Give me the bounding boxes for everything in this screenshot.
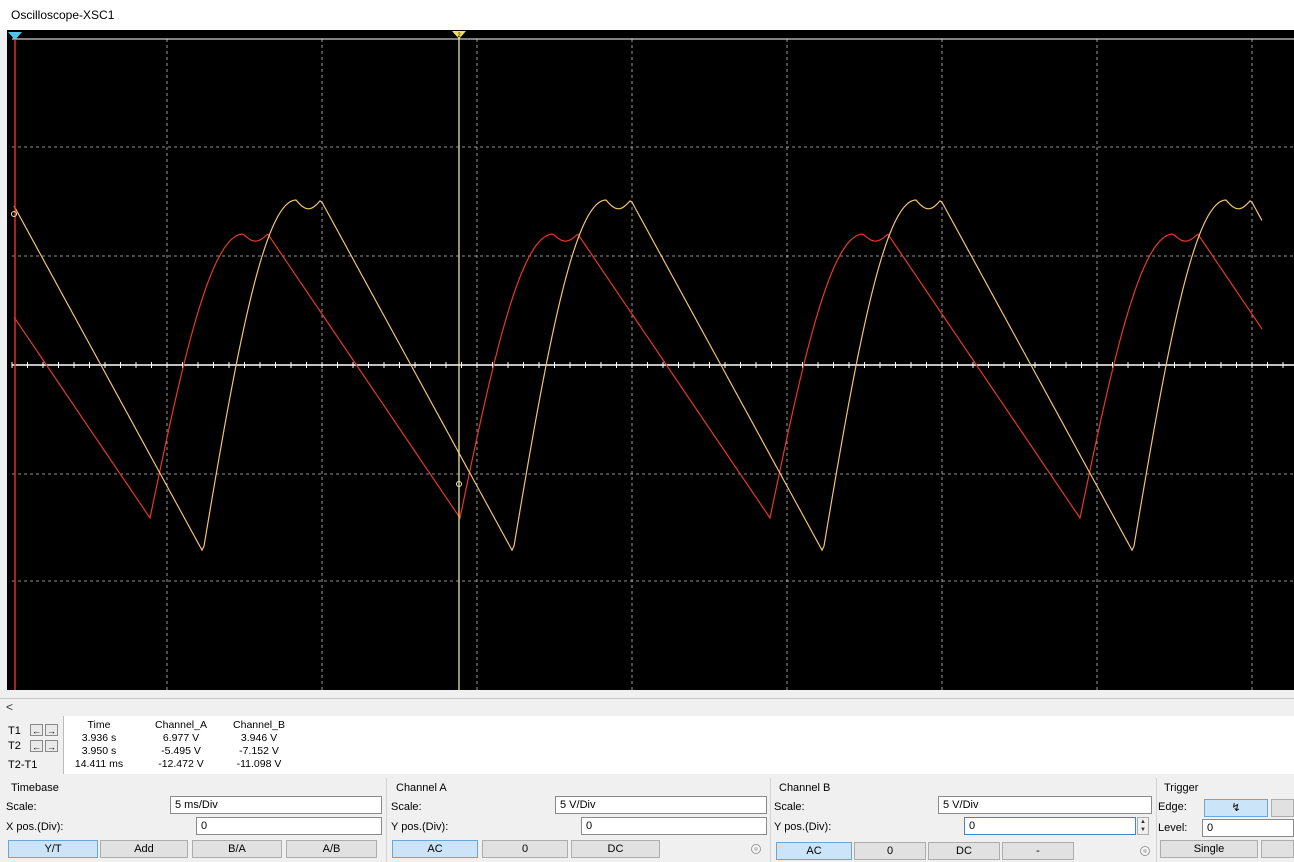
header-channel-b: Channel_B [233,719,285,731]
row-label-t1: T1 [8,725,21,737]
header-channel-a: Channel_A [155,719,207,731]
channel-b-trace [13,199,1263,552]
trigger-level-field[interactable]: 0 [1202,819,1294,837]
timebase-xpos-label: X pos.(Div): [6,821,64,833]
channel-a-trace [13,233,1263,520]
t1-channel-b: 3.946 V [240,732,278,744]
channel-b-title: Channel B [779,782,831,794]
trigger-falling-edge-button[interactable] [1271,799,1294,817]
timebase-xpos-field[interactable]: 0 [196,817,382,835]
delta-channel-a: -12.472 V [158,758,204,770]
channel-b-ac-button[interactable]: AC [776,842,852,860]
t2-channel-b: -7.152 V [239,745,279,757]
measurement-readout: T1 ← → T2 ← → T2-T1 Time Channel_A Chann… [0,716,1294,774]
t2-channel-a: -5.495 V [161,745,201,757]
timebase-title: Timebase [11,782,59,794]
delta-time: 14.411 ms [74,758,124,770]
ba-mode-button[interactable]: B/A [192,840,282,858]
window-title: Oscilloscope-XSC1 [11,8,115,22]
add-mode-button[interactable]: Add [100,840,188,858]
t1-right-arrow-icon[interactable]: → [45,724,58,736]
trigger-edge-label: Edge: [1158,801,1187,813]
channel-b-ypos-field[interactable]: 0 [964,817,1136,835]
channel-a-title: Channel A [396,782,447,794]
channel-a-ypos-field[interactable]: 0 [581,817,767,835]
trigger-level-label: Level: [1158,822,1188,834]
channel-a-zero-button[interactable]: 0 [482,840,568,858]
row-label-t2: T2 [8,740,21,752]
t2-time: 3.950 s [81,745,117,757]
channel-a-panel: Channel A Scale: 5 V/Div Y pos.(Div): 0 … [388,776,768,862]
panel-divider [386,778,387,862]
oscilloscope-screen[interactable]: 2 [7,30,1294,690]
horizontal-scrollbar[interactable]: < [0,698,1294,715]
t2-left-arrow-icon[interactable]: ← [30,740,43,752]
panel-divider [1156,778,1157,862]
title-bar: Oscilloscope-XSC1 [0,0,1294,30]
t1-left-arrow-icon[interactable]: ← [30,724,43,736]
channel-b-panel: Channel B Scale: 5 V/Div Y pos.(Div): 0 … [772,776,1154,862]
channel-b-ypos-label: Y pos.(Div): [774,821,832,833]
channel-b-invert-button[interactable]: - [1002,842,1074,860]
t2-right-arrow-icon[interactable]: → [45,740,58,752]
channel-a-scale-label: Scale: [391,801,422,813]
row-label-t2-t1: T2-T1 [8,759,38,771]
cursor-t1-marker [11,211,17,217]
channel-a-radio[interactable] [751,844,761,854]
ab-mode-button[interactable]: A/B [286,840,377,858]
channel-b-ypos-spinner[interactable]: ▲ ▼ [1137,817,1149,835]
trigger-single-button[interactable]: Single [1160,840,1258,858]
channel-a-ypos-label: Y pos.(Div): [391,821,449,833]
cursor-row-labels: T1 ← → T2 ← → T2-T1 [0,716,62,774]
timebase-panel: Timebase Scale: 5 ms/Div X pos.(Div): 0 … [0,776,385,862]
panel-divider [770,778,771,862]
channel-b-scale-label: Scale: [774,801,805,813]
channel-a-scale-field[interactable]: 5 V/Div [555,796,767,814]
yt-mode-button[interactable]: Y/T [8,840,98,858]
timebase-scale-label: Scale: [6,801,37,813]
header-time: Time [87,719,111,731]
t1-time: 3.936 s [81,732,117,744]
readout-values: Time Channel_A Channel_B 3.936 s 6.977 V… [63,716,1294,774]
channel-b-dc-button[interactable]: DC [928,842,1000,860]
scroll-left-icon[interactable]: < [6,700,13,714]
trigger-title: Trigger [1164,782,1199,794]
center-axis [11,362,1294,368]
waveform-display[interactable]: 2 [7,30,1294,690]
t1-channel-a: 6.977 V [162,732,200,744]
delta-channel-b: -11.098 V [236,758,282,770]
channel-a-dc-button[interactable]: DC [571,840,660,858]
channel-b-radio[interactable] [1140,846,1150,856]
trigger-panel: Trigger Edge: ↯ Level: 0 Single [1158,776,1294,862]
channel-a-ac-button[interactable]: AC [392,840,478,858]
trigger-rising-edge-icon[interactable]: ↯ [1204,799,1268,817]
timebase-scale-field[interactable]: 5 ms/Div [170,796,382,814]
channel-b-scale-field[interactable]: 5 V/Div [938,796,1152,814]
channel-b-zero-button[interactable]: 0 [854,842,926,860]
trigger-normal-button[interactable] [1261,840,1294,858]
